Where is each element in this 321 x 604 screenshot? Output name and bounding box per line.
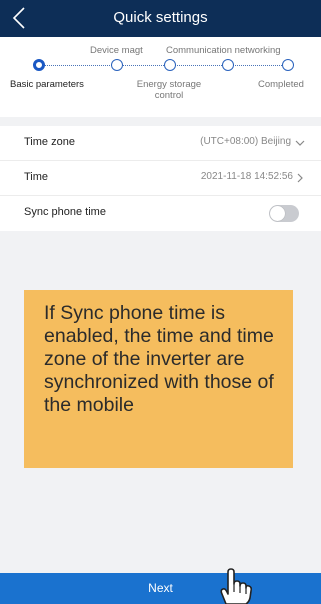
step-label-completed: Completed <box>258 79 304 90</box>
time-zone-label: Time zone <box>24 136 75 148</box>
time-zone-row[interactable]: Time zone (UTC+08:00) Beijing <box>0 126 321 161</box>
sync-phone-time-row: Sync phone time <box>0 196 321 231</box>
time-row[interactable]: Time 2021-11-18 14:52:56 <box>0 161 321 196</box>
settings-list: Time zone (UTC+08:00) Beijing Time 2021-… <box>0 126 321 231</box>
pointing-hand-icon <box>220 568 253 604</box>
next-button[interactable]: Next <box>0 573 321 604</box>
page-title: Quick settings <box>113 9 208 26</box>
step-dot-completed <box>282 59 294 71</box>
step-dot-energy-storage <box>164 59 176 71</box>
time-label: Time <box>24 171 49 183</box>
callout-note: If Sync phone time is enabled, the time … <box>24 290 293 468</box>
step-label-device-magt: Device magt <box>90 45 143 56</box>
toggle-knob <box>270 206 285 221</box>
time-zone-value: (UTC+08:00) Beijing <box>200 136 291 147</box>
time-value: 2021-11-18 14:52:56 <box>200 171 293 182</box>
step-dot-device-magt <box>111 59 123 71</box>
sync-phone-time-toggle[interactable] <box>269 205 299 222</box>
step-dot-communication <box>222 59 234 71</box>
step-label-basic-parameters: Basic parameters <box>10 79 84 90</box>
chevron-right-icon <box>297 173 303 183</box>
step-label-communication: Communication networking <box>166 45 281 56</box>
sync-phone-time-label: Sync phone time <box>24 206 106 218</box>
header-bar: Quick settings <box>0 0 321 37</box>
step-dot-basic-parameters <box>33 59 45 71</box>
progress-steps: Device magt Communication networking Bas… <box>0 37 321 117</box>
chevron-down-icon <box>295 140 305 146</box>
step-label-energy-storage: Energy storage control <box>136 79 202 101</box>
